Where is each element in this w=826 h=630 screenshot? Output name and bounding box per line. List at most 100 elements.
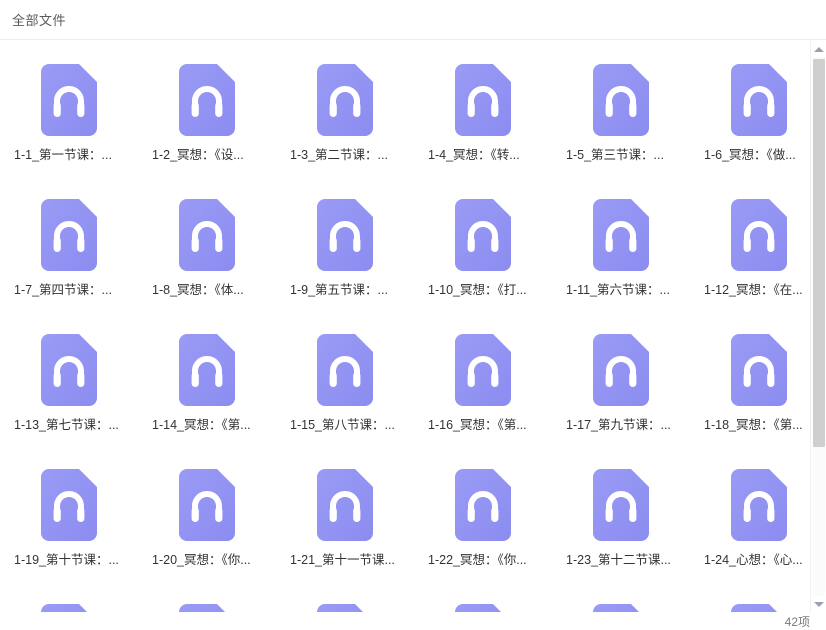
file-item[interactable]: 1-9_第五节课：... [276,184,414,319]
audio-file-icon [317,64,373,136]
file-item[interactable]: 1-13_第七节课：... [0,319,138,454]
audio-file-icon [593,199,649,271]
file-item[interactable]: 1-23_第十二节课... [552,454,690,589]
file-label: 1-1_第一节课：... [14,148,112,162]
file-icon-wrap [138,454,276,552]
file-label: 1-15_第八节课：... [290,418,395,432]
audio-file-icon [455,469,511,541]
file-item[interactable]: 1-2_冥想：《设... [138,49,276,184]
audio-file-icon [593,469,649,541]
audio-file-icon [41,199,97,271]
file-item[interactable] [414,589,552,612]
file-label: 1-9_第五节课：... [290,283,388,297]
scroll-down-arrow-icon[interactable] [811,596,826,612]
file-item[interactable] [552,589,690,612]
file-item[interactable]: 1-14_冥想：《第... [138,319,276,454]
audio-file-icon [593,64,649,136]
file-icon-wrap [138,319,276,417]
audio-file-icon [179,604,225,612]
audio-file-icon [731,604,777,612]
header-bar: 全部文件 [0,0,826,40]
file-item[interactable]: 1-15_第八节课：... [276,319,414,454]
file-item[interactable]: 1-17_第九节课：... [552,319,690,454]
audio-file-icon [593,334,649,406]
scrollbar-thumb[interactable] [813,59,825,447]
file-item[interactable]: 1-1_第一节课：... [0,49,138,184]
file-item[interactable]: 1-4_冥想：《转... [414,49,552,184]
file-grid: 1-1_第一节课：... 1-2_冥想：《设... 1-3_第二节课：... 1-4_… [0,41,810,612]
file-icon-wrap [552,49,690,147]
file-icon-wrap [552,589,690,612]
file-item[interactable] [690,589,810,612]
file-item[interactable]: 1-10_冥想：《打... [414,184,552,319]
file-icon-wrap [0,49,138,147]
file-grid-viewport[interactable]: 1-1_第一节课：... 1-2_冥想：《设... 1-3_第二节课：... 1-4_… [0,41,810,612]
file-item[interactable] [276,589,414,612]
file-item[interactable]: 1-24_心想：《心... [690,454,810,589]
file-item[interactable]: 1-20_冥想：《你... [138,454,276,589]
audio-file-icon [317,334,373,406]
audio-file-icon [731,469,787,541]
file-item[interactable]: 1-18_冥想：《第... [690,319,810,454]
file-label: 1-13_第七节课：... [14,418,119,432]
file-item[interactable] [138,589,276,612]
audio-file-icon [179,64,235,136]
audio-file-icon [41,604,87,612]
audio-file-icon [731,64,787,136]
file-label: 1-16_冥想：《第... [428,418,527,432]
item-count-label: 42项 [784,614,810,629]
file-icon-wrap [690,184,810,282]
file-label: 1-20_冥想：《你... [152,553,251,567]
file-icon-wrap [138,184,276,282]
page-title: 全部文件 [12,13,67,28]
file-icon-wrap [552,319,690,417]
file-item[interactable]: 1-22_冥想：《你... [414,454,552,589]
status-bar: 42项 [0,612,826,630]
file-label: 1-8_冥想：《体... [152,283,244,297]
audio-file-icon [179,334,235,406]
file-icon-wrap [690,319,810,417]
file-icon-wrap [0,589,138,612]
file-label: 1-3_第二节课：... [290,148,388,162]
file-label: 1-7_第四节课：... [14,283,112,297]
file-icon-wrap [552,454,690,552]
file-item[interactable]: 1-11_第六节课：... [552,184,690,319]
file-item[interactable]: 1-6_冥想：《做... [690,49,810,184]
file-label: 1-14_冥想：《第... [152,418,251,432]
file-label: 1-2_冥想：《设... [152,148,244,162]
file-item[interactable]: 1-8_冥想：《体... [138,184,276,319]
scroll-up-arrow-icon[interactable] [811,41,826,57]
file-icon-wrap [138,589,276,612]
file-item[interactable]: 1-21_第十一节课... [276,454,414,589]
file-item[interactable]: 1-19_第十节课：... [0,454,138,589]
file-item[interactable]: 1-7_第四节课：... [0,184,138,319]
audio-file-icon [317,604,363,612]
file-icon-wrap [138,49,276,147]
file-item[interactable]: 1-5_第三节课：... [552,49,690,184]
vertical-scrollbar[interactable] [810,41,826,612]
file-icon-wrap [690,454,810,552]
file-icon-wrap [276,454,414,552]
file-item[interactable]: 1-16_冥想：《第... [414,319,552,454]
audio-file-icon [731,334,787,406]
file-icon-wrap [690,589,810,612]
audio-file-icon [41,469,97,541]
file-label: 1-24_心想：《心... [704,553,803,567]
file-item[interactable]: 1-3_第二节课：... [276,49,414,184]
file-icon-wrap [0,454,138,552]
audio-file-icon [593,604,639,612]
file-label: 1-18_冥想：《第... [704,418,803,432]
audio-file-icon [455,199,511,271]
file-label: 1-5_第三节课：... [566,148,664,162]
file-icon-wrap [414,319,552,417]
file-label: 1-11_第六节课：... [566,283,670,297]
file-icon-wrap [0,184,138,282]
file-icon-wrap [414,49,552,147]
file-item[interactable] [0,589,138,612]
file-item[interactable]: 1-12_冥想：《在... [690,184,810,319]
file-icon-wrap [414,184,552,282]
audio-file-icon [179,469,235,541]
file-icon-wrap [552,184,690,282]
file-label: 1-10_冥想：《打... [428,283,527,297]
file-icon-wrap [276,49,414,147]
